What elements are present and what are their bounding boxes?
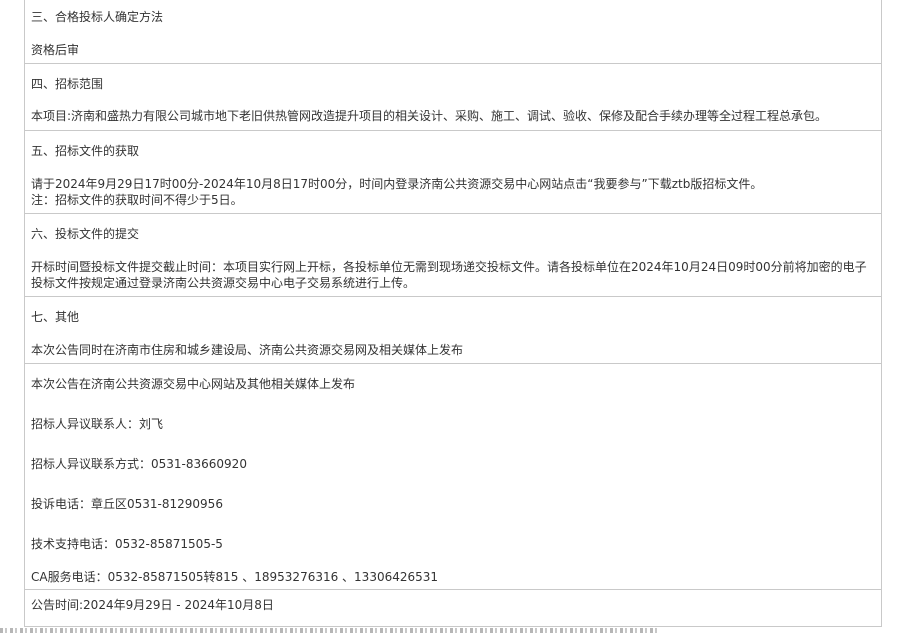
notice-period: 公告时间:2024年9月29日 - 2024年10月8日 — [31, 598, 274, 612]
section-tender-scope: 四、招标范围 本项目:济南和盛热力有限公司城市地下老旧供热管网改造提升项目的相关… — [25, 64, 882, 131]
objection-phone: 招标人异议联系方式：0531-83660920 — [31, 457, 247, 471]
section-body: 开标时间暨投标文件提交截止时间：本项目实行网上开标，各投标单位无需到现场递交投标… — [31, 260, 867, 290]
section-bid-submission: 六、投标文件的提交 开标时间暨投标文件提交截止时间：本项目实行网上开标，各投标单… — [25, 214, 882, 297]
section-heading: 五、招标文件的获取 — [31, 144, 140, 158]
ca-service-phone: CA服务电话：0532-85871505转815 、18953276316 、1… — [31, 570, 439, 584]
objection-contact: 招标人异议联系人：刘飞 — [31, 417, 164, 431]
section-heading: 七、其他 — [31, 310, 80, 324]
section-other: 七、其他 本次公告同时在济南市住房和城乡建设局、济南公共资源交易网及相关媒体上发… — [25, 297, 882, 364]
section-heading: 四、招标范围 — [31, 77, 104, 91]
section-heading: 六、投标文件的提交 — [31, 227, 140, 241]
section-tender-docs: 五、招标文件的获取 请于2024年9月29日17时00分-2024年10月8日1… — [25, 131, 882, 214]
section-body: 本次公告同时在济南市住房和城乡建设局、济南公共资源交易网及相关媒体上发布 — [31, 343, 464, 357]
publish-note: 本次公告在济南公共资源交易中心网站及其他相关媒体上发布 — [31, 377, 356, 391]
section-notice-period: 公告时间:2024年9月29日 - 2024年10月8日 — [25, 590, 882, 624]
section-contact-info: 本次公告在济南公共资源交易中心网站及其他相关媒体上发布 招标人异议联系人：刘飞 … — [25, 364, 882, 590]
tech-support-phone: 技术支持电话：0532-85871505-5 — [31, 537, 223, 551]
section-note: 注：招标文件的获取时间不得少于5日。 — [31, 193, 243, 207]
section-body: 资格后审 — [31, 43, 80, 57]
section-qualification-method: 三、合格投标人确定方法 资格后审 — [25, 0, 882, 64]
section-heading: 三、合格投标人确定方法 — [31, 10, 164, 24]
cutoff-text-strip — [0, 628, 660, 633]
complaint-phone: 投诉电话：章丘区0531-81290956 — [31, 497, 223, 511]
section-body: 本项目:济南和盛热力有限公司城市地下老旧供热管网改造提升项目的相关设计、采购、施… — [31, 109, 828, 123]
section-body-line: 请于2024年9月29日17时00分-2024年10月8日17时00分，时间内登… — [31, 177, 763, 191]
